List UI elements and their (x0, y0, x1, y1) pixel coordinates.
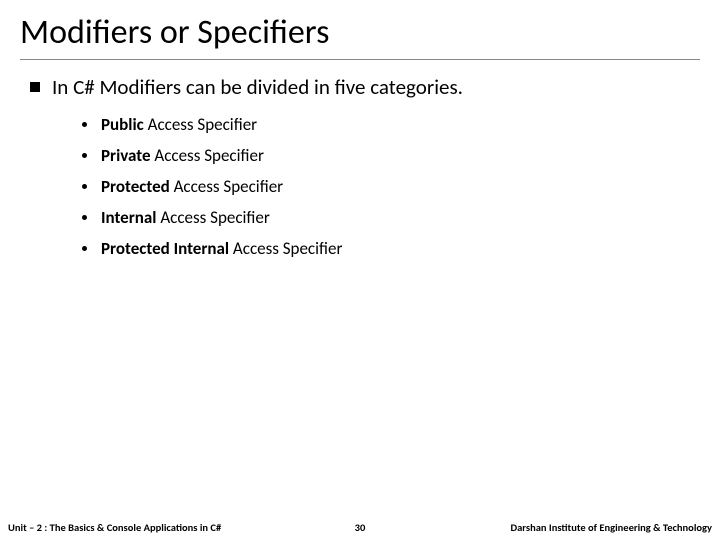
list-item-rest: Access Specifier (156, 207, 269, 228)
dot-bullet-icon (82, 122, 87, 127)
sub-list: Public Access Specifier Private Access S… (82, 114, 700, 259)
list-item-bold: Protected (101, 176, 170, 197)
footer: Unit – 2 : The Basics & Console Applicat… (0, 514, 720, 540)
list-item-text: Internal Access Specifier (101, 207, 270, 228)
footer-left: Unit – 2 : The Basics & Console Applicat… (8, 521, 221, 534)
dot-bullet-icon (82, 215, 87, 220)
list-item-rest: Access Specifier (144, 114, 257, 135)
main-bullet-text: In C# Modifiers can be divided in five c… (52, 74, 463, 100)
list-item-text: Protected Access Specifier (101, 176, 283, 197)
title-divider (20, 59, 700, 60)
list-item: Protected Internal Access Specifier (82, 238, 700, 259)
list-item-bold: Internal (101, 207, 156, 228)
square-bullet-icon (30, 82, 40, 92)
slide-title: Modifiers or Specifiers (20, 12, 700, 53)
list-item-rest: Access Specifier (151, 145, 264, 166)
list-item-rest: Access Specifier (170, 176, 283, 197)
list-item: Public Access Specifier (82, 114, 700, 135)
list-item-text: Private Access Specifier (101, 145, 264, 166)
main-bullet: In C# Modifiers can be divided in five c… (30, 74, 700, 100)
list-item-bold: Public (101, 114, 144, 135)
list-item: Private Access Specifier (82, 145, 700, 166)
footer-right: Darshan Institute of Engineering & Techn… (510, 521, 712, 534)
list-item-rest: Access Specifier (229, 238, 342, 259)
slide: Modifiers or Specifiers In C# Modifiers … (0, 0, 720, 540)
list-item: Internal Access Specifier (82, 207, 700, 228)
footer-page-number: 30 (340, 521, 380, 534)
dot-bullet-icon (82, 184, 87, 189)
list-item-text: Protected Internal Access Specifier (101, 238, 342, 259)
list-item-bold: Protected Internal (101, 238, 229, 259)
list-item-bold: Private (101, 145, 151, 166)
dot-bullet-icon (82, 153, 87, 158)
list-item: Protected Access Specifier (82, 176, 700, 197)
dot-bullet-icon (82, 246, 87, 251)
list-item-text: Public Access Specifier (101, 114, 257, 135)
